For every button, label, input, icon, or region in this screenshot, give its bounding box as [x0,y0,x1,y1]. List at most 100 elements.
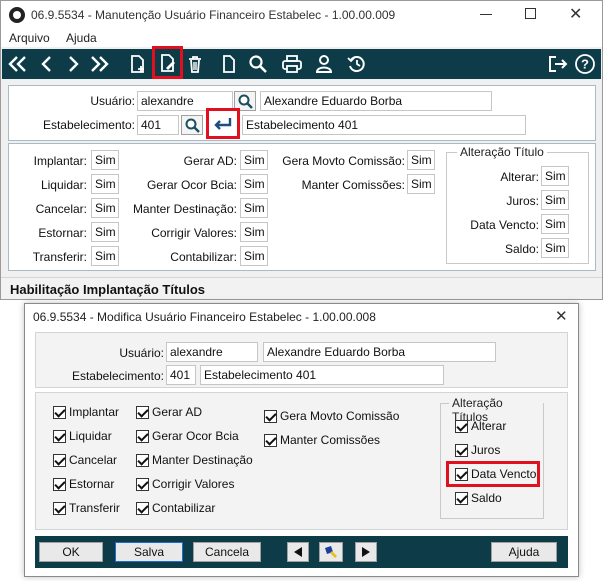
w2-col2-checkbox[interactable] [136,429,149,443]
user-icon[interactable] [311,51,337,77]
w2-col1-checkbox[interactable] [53,429,66,443]
w1-alt-value[interactable]: Sim [541,238,569,258]
w2-col1-row[interactable]: Cancelar [53,453,117,467]
w2-alt-checkbox[interactable] [455,491,468,505]
w2-col2-label: Corrigir Valores [152,477,235,491]
w2-col1-row[interactable]: Estornar [53,477,114,491]
triangle-left-icon [294,547,302,557]
title-bar: 06.9.5534 - Manutenção Usuário Financeir… [1,1,602,29]
w2-col2-label: Gerar AD [152,405,203,419]
w1-alt-value[interactable]: Sim [541,190,569,210]
w1-col1-value[interactable]: Sim [91,198,119,218]
w1-alt-value[interactable]: Sim [541,214,569,234]
w2-col2-checkbox[interactable] [136,501,149,515]
w2-alt-row[interactable]: Juros [455,443,500,457]
flashlight-button[interactable] [319,542,343,562]
next-record-icon[interactable] [60,51,86,77]
data-vencto-highlight [446,461,540,487]
previous-record-icon[interactable] [34,51,60,77]
w1-col2-value[interactable]: Sim [240,198,268,218]
estab-zoom-button[interactable] [181,115,203,135]
w2-col2-row[interactable]: Gerar Ocor Bcia [136,429,239,443]
w2-col2-checkbox[interactable] [136,405,149,419]
w1-col3-value[interactable]: Sim [407,174,435,194]
dlg-usuario-name-field: Alexandre Eduardo Borba [263,342,496,362]
minimize-icon[interactable] [479,7,493,21]
w2-col2-row[interactable]: Manter Destinação [136,453,253,467]
close-icon[interactable]: ✕ [569,4,582,24]
maximize-icon[interactable] [525,8,536,19]
salva-button[interactable]: Salva [115,542,183,562]
dialog-close-icon[interactable]: ✕ [555,307,568,325]
w2-col1-checkbox[interactable] [53,405,66,419]
w1-alt-label: Data Vencto: [470,218,539,232]
window-title: 06.9.5534 - Manutenção Usuário Financeir… [31,8,396,22]
w2-col1-row[interactable]: Implantar [53,405,119,419]
w1-col1-value[interactable]: Sim [91,174,119,194]
w1-col2-value[interactable]: Sim [240,246,268,266]
cancela-button[interactable]: Cancela [193,542,261,562]
history-icon[interactable] [344,51,370,77]
ajuda-button[interactable]: Ajuda [491,542,557,562]
document-icon[interactable] [216,51,242,77]
w2-alt-row[interactable]: Saldo [455,491,502,505]
ok-button[interactable]: OK [39,542,103,562]
new-record-icon[interactable] [125,51,151,77]
search-icon[interactable] [245,51,271,77]
dialog-flags-panel: Implantar Liquidar Cancelar Estornar Transfe… [35,392,568,530]
print-icon[interactable] [279,51,305,77]
w2-col3-row[interactable]: Manter Comissões [264,433,380,447]
w1-col2-value[interactable]: Sim [240,174,268,194]
usuario-name-field: Alexandre Eduardo Borba [260,91,492,111]
w2-col1-checkbox[interactable] [53,453,66,467]
w2-alt-checkbox[interactable] [455,443,468,457]
w2-col2-row[interactable]: Corrigir Valores [136,477,234,491]
w2-col3-checkbox[interactable] [264,409,277,423]
help-icon[interactable]: ? [572,51,598,77]
w2-col1-checkbox[interactable] [53,501,66,515]
w2-col2-row[interactable]: Gerar AD [136,405,202,419]
flashlight-icon [325,546,337,558]
last-record-icon[interactable] [86,51,112,77]
w1-alt-value[interactable]: Sim [541,166,569,186]
first-record-icon[interactable] [5,51,31,77]
enter-button[interactable] [206,108,240,139]
w1-col3-label: Manter Comissões: [301,178,405,192]
modify-record-icon[interactable] [152,46,183,79]
w1-col3-value[interactable]: Sim [407,150,435,170]
next-button[interactable] [355,542,377,562]
w2-col2-row[interactable]: Contabilizar [136,501,215,515]
estab-input[interactable]: 401 [137,115,179,135]
menu-arquivo[interactable]: Arquivo [9,31,50,45]
w1-col2-value[interactable]: Sim [240,150,268,170]
w1-col2-label: Gerar AD: [183,154,237,168]
dlg-usuario-label: Usuário: [119,346,164,360]
w2-col2-checkbox[interactable] [136,477,149,491]
dialog-button-bar: OK Salva Cancela Ajuda [35,536,568,568]
w2-col1-row[interactable]: Transferir [53,501,120,515]
menu-ajuda[interactable]: Ajuda [66,31,97,45]
w2-alt-row[interactable]: Alterar [455,419,506,433]
svg-text:?: ? [581,57,589,72]
w2-alt-label: Juros [471,443,501,457]
w2-col3-checkbox[interactable] [264,433,277,447]
w2-col1-checkbox[interactable] [53,477,66,491]
w2-col3-row[interactable]: Gera Movto Comissão [264,409,399,423]
delete-record-icon[interactable] [182,51,208,77]
modify-dialog: 06.9.5534 - Modifica Usuário Financeiro … [24,303,579,577]
previous-button[interactable] [287,542,309,562]
dlg-estab-input[interactable]: 401 [166,365,196,385]
w1-col1-value[interactable]: Sim [91,246,119,266]
w2-col1-row[interactable]: Liquidar [53,429,112,443]
w1-col1-label: Estornar: [38,226,87,240]
w2-col2-checkbox[interactable] [136,453,149,467]
w1-col1-value[interactable]: Sim [91,222,119,242]
w1-col1-value[interactable]: Sim [91,150,119,170]
w1-col2-value[interactable]: Sim [240,222,268,242]
w2-alt-label: Saldo [471,491,502,505]
exit-icon[interactable] [545,51,571,77]
enter-icon [214,117,232,130]
w2-alt-checkbox[interactable] [455,419,468,433]
dlg-usuario-input[interactable]: alexandre [166,342,258,362]
estab-name-field: Estabelecimento 401 [242,115,526,135]
